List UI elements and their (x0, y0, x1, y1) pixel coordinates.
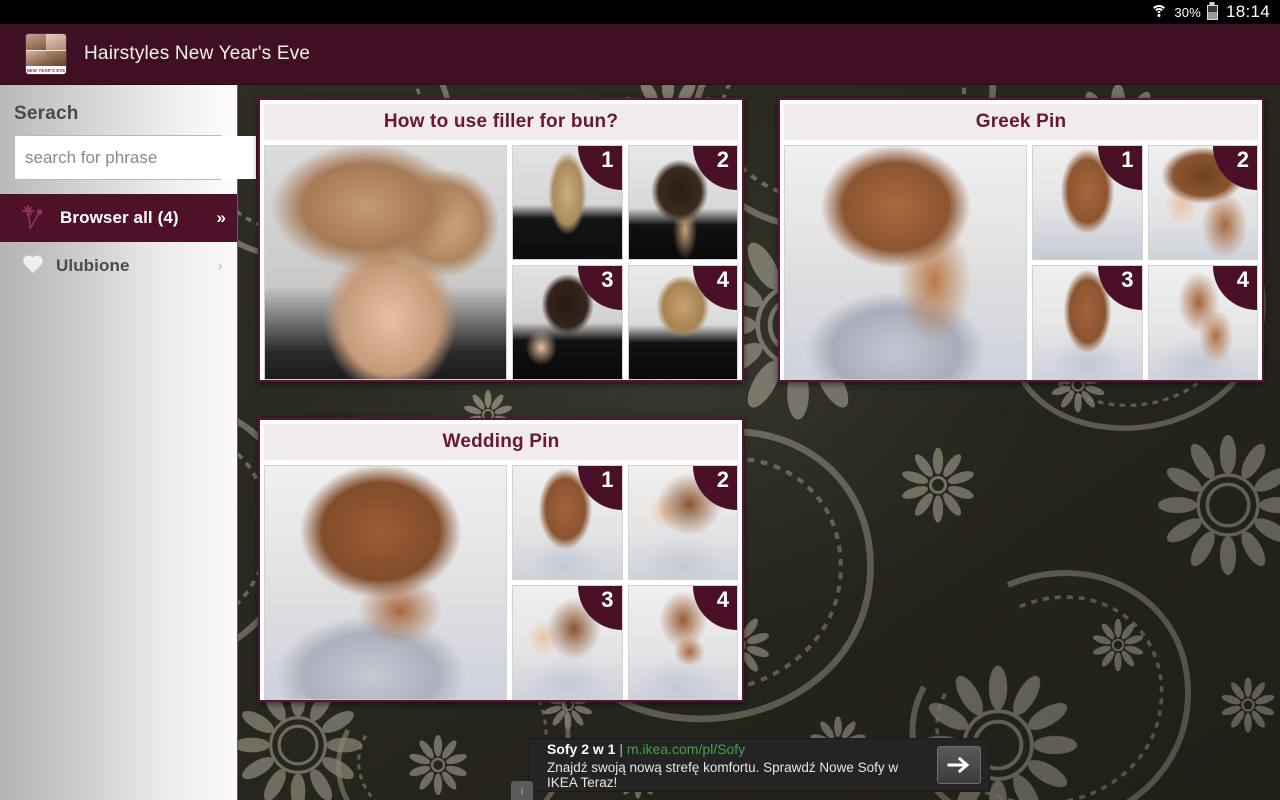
step-thumbnail[interactable]: 4 (1147, 265, 1258, 380)
chevron-right-icon: › (217, 256, 223, 275)
card-step-thumbnails: 1 2 3 4 (512, 145, 738, 380)
card-title: How to use filler for bun? (264, 104, 738, 140)
step-thumbnail[interactable]: 1 (512, 145, 623, 260)
sidebar-item-label: Ulubione (56, 256, 130, 275)
card-greek-pin[interactable]: Greek Pin 1 2 3 4 (778, 98, 1264, 382)
step-thumbnail[interactable]: 2 (1147, 145, 1258, 260)
sidebar-item-ulubione[interactable]: Ulubione › (0, 242, 237, 290)
card-step-thumbnails: 1 2 3 4 (512, 465, 738, 700)
search-heading: Serach (14, 103, 79, 124)
step-thumbnail[interactable]: 4 (627, 585, 738, 700)
sidebar-item-label: Browser all (4) (60, 208, 179, 227)
ad-description: Znajdź swoją nową strefę komfortu. Spraw… (547, 759, 899, 790)
card-hero-image[interactable] (264, 145, 507, 380)
card-wedding-pin[interactable]: Wedding Pin 1 2 3 4 (258, 418, 744, 702)
card-body: 1 2 3 4 (784, 140, 1258, 380)
ad-url[interactable]: m.ikea.com/pl/Sofy (627, 741, 745, 757)
ad-headline: Sofy 2 w 1 | m.ikea.com/pl/Sofy (547, 741, 927, 757)
step-thumbnail[interactable]: 3 (1032, 265, 1143, 380)
battery-icon (1206, 4, 1218, 20)
step-thumbnail[interactable]: 2 (627, 145, 738, 260)
heart-icon (22, 256, 44, 276)
search-row (14, 135, 282, 180)
sidebar-item-browser-all[interactable]: Browser all (4) » (0, 194, 237, 242)
clock-label: 18:14 (1225, 2, 1270, 21)
search-input[interactable] (15, 136, 256, 179)
app-title: Hairstyles New Year's Eve (84, 43, 311, 64)
card-hero-image[interactable] (784, 145, 1027, 380)
status-bar: 30% 18:14 (0, 0, 1280, 24)
ad-go-button[interactable] (937, 746, 981, 784)
app-icon-caption: NEW YEAR'S EVE (26, 66, 66, 74)
app-root: 30% 18:14 NEW YEAR'S EVE Hairstyles New … (0, 0, 1280, 800)
chevron-double-right-icon: » (216, 208, 227, 227)
step-thumbnail[interactable]: 2 (627, 465, 738, 580)
step-thumbnail[interactable]: 4 (627, 265, 738, 380)
ad-banner[interactable]: i Sofy 2 w 1 | m.ikea.com/pl/Sofy Znajdź… (511, 738, 990, 800)
flower-icon (22, 205, 43, 230)
sidebar: Serach search for phrase Browser all (4)… (0, 85, 282, 800)
search-panel: Serach (0, 85, 282, 194)
card-how-to-use-filler-for-bun[interactable]: How to use filler for bun? 1 2 3 4 (258, 98, 744, 382)
card-title: Greek Pin (784, 104, 1258, 140)
card-hero-image[interactable] (264, 465, 507, 700)
card-step-thumbnails: 1 2 3 4 (1032, 145, 1258, 380)
ad-title: Sofy 2 w 1 (547, 740, 616, 757)
adchoices-icon[interactable]: i (511, 781, 533, 800)
app-icon[interactable]: NEW YEAR'S EVE (26, 34, 66, 74)
step-thumbnail[interactable]: 1 (512, 465, 623, 580)
step-thumbnail[interactable]: 3 (512, 585, 623, 700)
wifi-icon (1150, 5, 1168, 19)
card-body: 1 2 3 4 (264, 460, 738, 700)
card-title: Wedding Pin (264, 424, 738, 460)
battery-percent-label: 30% (1174, 4, 1201, 20)
ad-separator: | (619, 740, 623, 757)
step-thumbnail[interactable]: 3 (512, 265, 623, 380)
card-body: 1 2 3 4 (264, 140, 738, 380)
arrow-right-icon (947, 756, 970, 774)
step-thumbnail[interactable]: 1 (1032, 145, 1143, 260)
app-bar: NEW YEAR'S EVE Hairstyles New Year's Eve (0, 24, 1280, 85)
ad-text: Sofy 2 w 1 | m.ikea.com/pl/Sofy Znajdź s… (547, 741, 927, 790)
